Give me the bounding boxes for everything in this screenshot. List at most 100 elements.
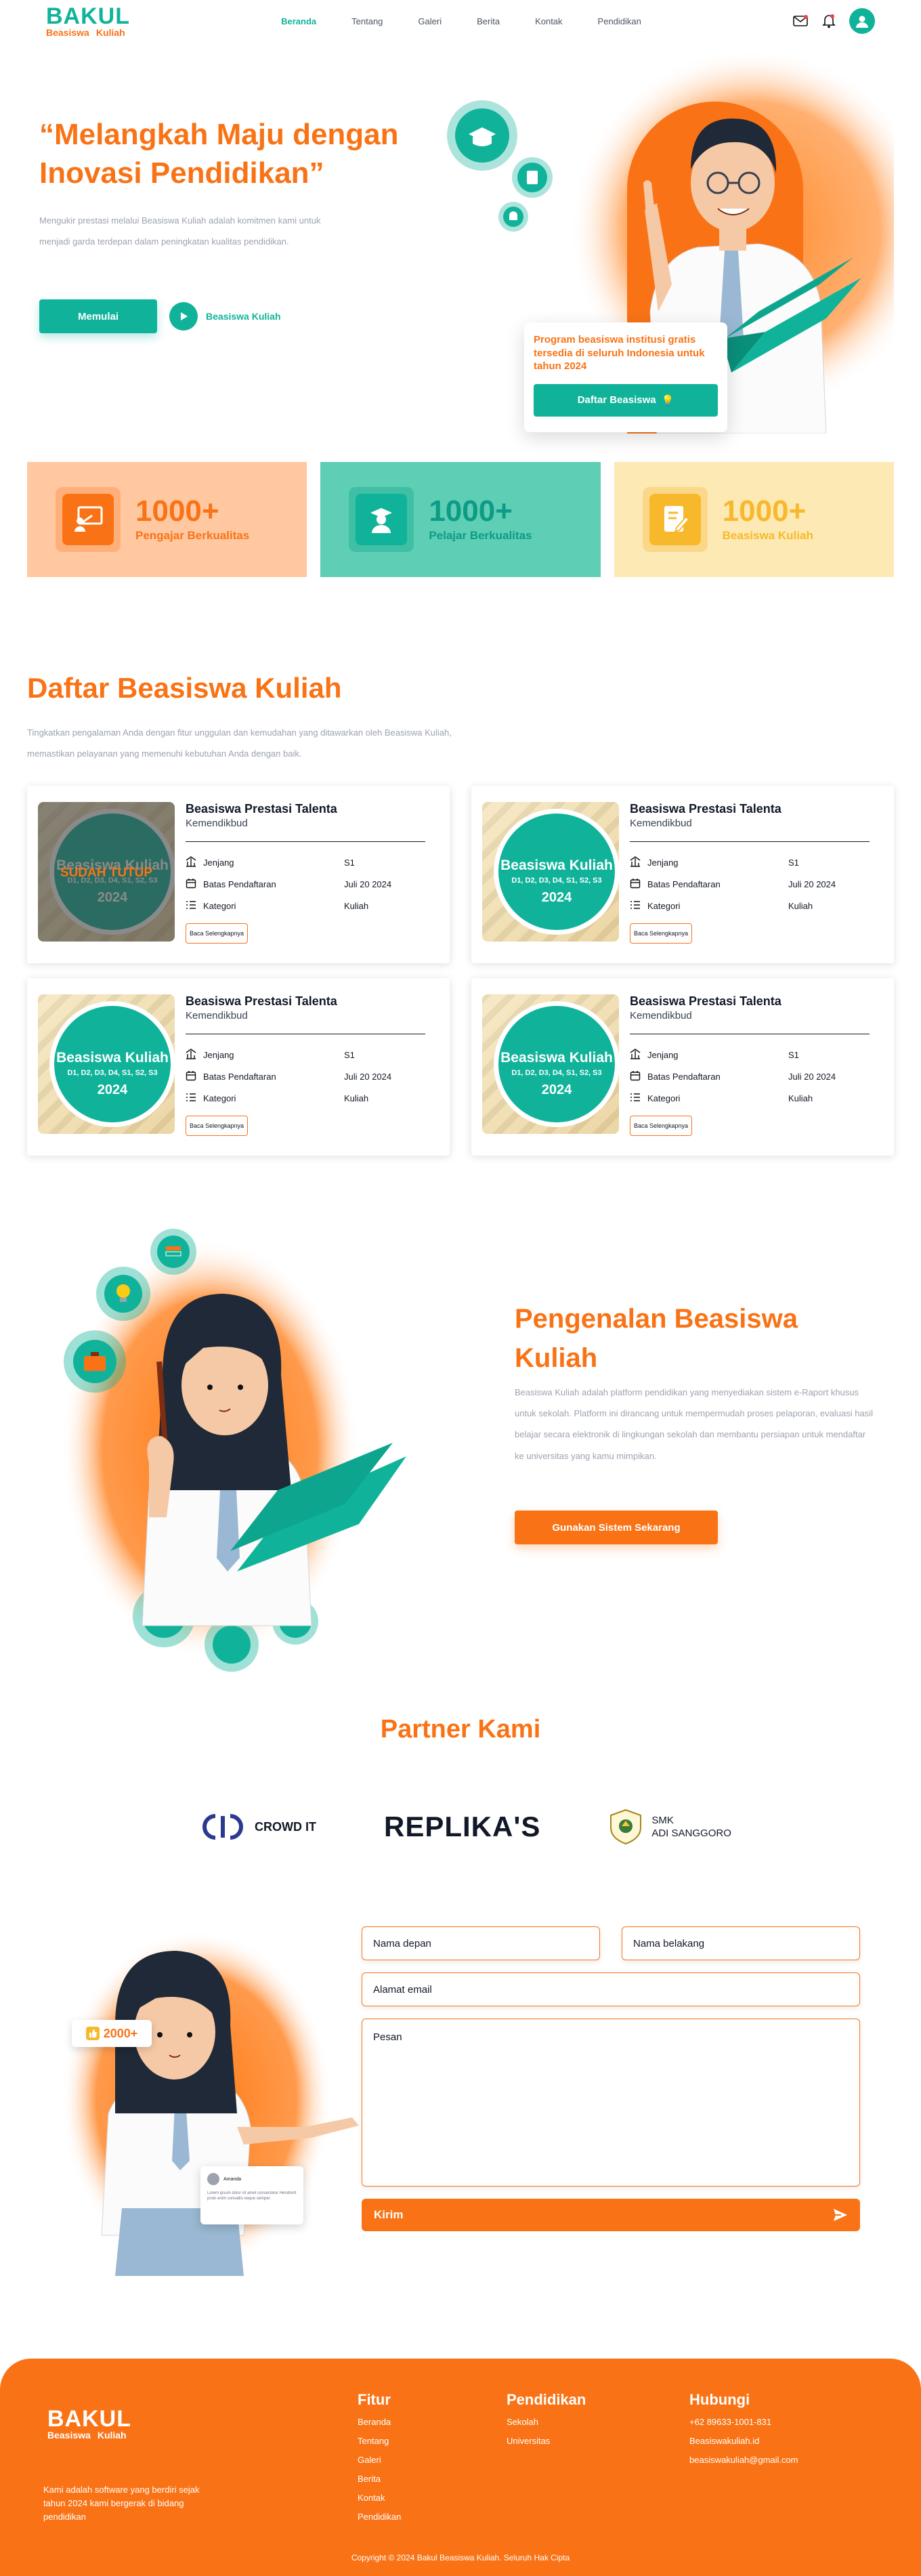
- category-label: Kategori: [203, 900, 236, 911]
- stat-students-value: 1000+: [429, 494, 513, 528]
- footer-logo-subtitle: Beasiswa Kuliah: [47, 2430, 131, 2440]
- nav-link-tentang[interactable]: Tentang: [351, 16, 383, 26]
- mini-text: Lorem ipsum dolor sit amet consectetur H…: [207, 2191, 297, 2201]
- copyright: Copyright © 2024 Bakul Beasiswa Kuliah. …: [351, 2553, 570, 2562]
- bell-icon[interactable]: [821, 13, 837, 29]
- nav-link-berita[interactable]: Berita: [477, 16, 500, 26]
- send-icon: [834, 2209, 847, 2221]
- mini-name: Amanda: [223, 2176, 242, 2182]
- stat-scholarship-icon-wrap: [642, 487, 708, 552]
- level-label: Jenjang: [203, 857, 234, 868]
- level-icon: [630, 1048, 647, 1061]
- stat-scholarships-value: 1000+: [722, 494, 807, 528]
- deadline-value: Juli 20 2024: [788, 1071, 836, 1082]
- scholarship-thumbnail: Beasiswa Kuliah D1, D2, D3, D4, S1, S2, S…: [482, 802, 619, 942]
- scholarship-cards: Beasiswa Kuliah D1, D2, D3, D4, S1, S2, S…: [27, 786, 894, 1156]
- thumbnail-badge: Beasiswa Kuliah D1, D2, D3, D4, S1, S2, S…: [494, 809, 619, 935]
- deadline-label: Batas Pendaftaran: [647, 1071, 721, 1082]
- nav-link-galeri[interactable]: Galeri: [418, 16, 442, 26]
- thumbnail-codes: D1, D2, D3, D4, S1, S2, S3: [67, 1069, 158, 1077]
- deadline-label: Batas Pendaftaran: [203, 1071, 276, 1082]
- footer-link-universitas[interactable]: Universitas: [507, 2436, 586, 2455]
- start-button[interactable]: Memulai: [39, 299, 157, 333]
- nav-link-kontak[interactable]: Kontak: [535, 16, 562, 26]
- level-row: Jenjang S1: [186, 1044, 439, 1065]
- read-more-button[interactable]: Baca Selengkapnya: [186, 923, 248, 944]
- category-row: Kategori Kuliah: [630, 895, 883, 916]
- category-value: Kuliah: [788, 900, 813, 911]
- card-title: Beasiswa Prestasi Talenta: [630, 994, 781, 1008]
- scholarship-card[interactable]: Beasiswa Kuliah D1, D2, D3, D4, S1, S2, S…: [27, 978, 450, 1156]
- register-label: Daftar Beasiswa: [577, 394, 656, 406]
- send-button[interactable]: Kirim: [362, 2199, 860, 2231]
- email-field[interactable]: Alamat email: [362, 1972, 860, 2006]
- footer-logo[interactable]: BAKUL Beasiswa Kuliah: [47, 2407, 131, 2440]
- calendar-icon: [630, 1070, 647, 1083]
- stat-student-icon-wrap: [349, 487, 414, 552]
- send-label: Kirim: [374, 2208, 404, 2221]
- register-scholarship-button[interactable]: Daftar Beasiswa 💡: [534, 383, 718, 417]
- last-name-field[interactable]: Nama belakang: [622, 1926, 860, 1960]
- list-icon: [186, 1092, 203, 1105]
- thumbnail-title: Beasiswa Kuliah: [56, 1050, 169, 1065]
- stat-students-label: Pelajar Berkualitas: [429, 529, 532, 542]
- footer-hubungi-title: Hubungi: [689, 2391, 750, 2408]
- footer-phone[interactable]: +62 89633-1001-831: [689, 2417, 798, 2436]
- nav-link-pendidikan[interactable]: Pendidikan: [598, 16, 641, 26]
- level-value: S1: [788, 857, 799, 868]
- scholarship-card[interactable]: Beasiswa KuliahD1, D2, D3, D4, S1, S2, S…: [27, 786, 450, 963]
- deadline-value: Juli 20 2024: [344, 1071, 392, 1082]
- footer-link-sekolah[interactable]: Sekolah: [507, 2417, 586, 2436]
- card-organization: Kemendikbud: [186, 1010, 248, 1021]
- use-system-button[interactable]: Gunakan Sistem Sekarang: [515, 1511, 718, 1544]
- thumbnail-year: 2024: [541, 890, 572, 905]
- logo-sub-1: Beasiswa: [46, 27, 89, 38]
- logo-subtitle: Beasiswa Kuliah: [46, 28, 130, 37]
- play-video-button[interactable]: Beasiswa Kuliah: [169, 302, 281, 331]
- footer-col-pendidikan: Pendidikan Sekolah Universitas: [507, 2391, 586, 2455]
- thumbnail-year: 2024: [97, 1082, 128, 1097]
- level-icon: [186, 856, 203, 869]
- category-row: Kategori Kuliah: [186, 895, 439, 916]
- footer-link-pendidikan[interactable]: Pendidikan: [358, 2512, 401, 2531]
- stat-scholarships: 1000+ Beasiswa Kuliah: [614, 462, 894, 577]
- footer-email[interactable]: beasiswakuliah@gmail.com: [689, 2455, 798, 2474]
- footer-link-galeri[interactable]: Galeri: [358, 2455, 401, 2474]
- card-divider: [630, 841, 870, 842]
- mail-icon[interactable]: [792, 13, 809, 29]
- stat-scholarships-label: Beasiswa Kuliah: [722, 529, 813, 542]
- category-label: Kategori: [647, 1093, 681, 1103]
- read-more-button[interactable]: Baca Selengkapnya: [630, 923, 692, 944]
- footer-website[interactable]: Beasiswakuliah.id: [689, 2436, 798, 2455]
- hero-title: “Melangkah Maju dengan Inovasi Pendidika…: [39, 118, 399, 190]
- footer: BAKUL Beasiswa Kuliah Kami adalah softwa…: [0, 2359, 921, 2576]
- first-name-field[interactable]: Nama depan: [362, 1926, 600, 1960]
- badge-value: 2000+: [103, 2026, 138, 2040]
- smk-line-1: SMK: [651, 1814, 674, 1826]
- intro-description: Beasiswa Kuliah adalah platform pendidik…: [515, 1387, 873, 1461]
- scholarship-card[interactable]: Beasiswa Kuliah D1, D2, D3, D4, S1, S2, S…: [471, 978, 894, 1156]
- message-field[interactable]: Pesan: [362, 2019, 860, 2187]
- read-more-button[interactable]: Baca Selengkapnya: [186, 1116, 248, 1136]
- nav-link-beranda[interactable]: Beranda: [281, 16, 316, 26]
- footer-link-tentang[interactable]: Tentang: [358, 2436, 401, 2455]
- page: BAKUL Beasiswa Kuliah Beranda Tentang Ga…: [0, 0, 921, 2576]
- user-avatar-icon[interactable]: [849, 8, 875, 34]
- thumbnail-codes: D1, D2, D3, D4, S1, S2, S3: [511, 1069, 602, 1077]
- footer-link-beranda[interactable]: Beranda: [358, 2417, 401, 2436]
- deadline-row: Batas Pendaftaran Juli 20 2024: [630, 873, 883, 895]
- read-more-button[interactable]: Baca Selengkapnya: [630, 1116, 692, 1136]
- scholarship-card[interactable]: Beasiswa KuliahD1, D2, D3, D4, S1, S2, S…: [471, 786, 894, 963]
- level-icon: [630, 856, 647, 869]
- category-value: Kuliah: [344, 1093, 369, 1103]
- footer-link-berita[interactable]: Berita: [358, 2474, 401, 2493]
- stats-row: 1000+ Pengajar Berkualitas 1000+ Pelajar…: [27, 462, 894, 577]
- category-row: Kategori Kuliah: [186, 1087, 439, 1109]
- footer-link-kontak[interactable]: Kontak: [358, 2493, 401, 2512]
- logo[interactable]: BAKUL Beasiswa Kuliah: [46, 5, 130, 37]
- card-title: Beasiswa Prestasi Talenta: [186, 994, 337, 1008]
- thumbnail-title: Beasiswa Kuliah: [500, 1050, 613, 1065]
- lightbulb-icon: 💡: [661, 394, 674, 406]
- deadline-row: Batas Pendaftaran Juli 20 2024: [186, 1065, 439, 1087]
- list-icon: [630, 900, 647, 912]
